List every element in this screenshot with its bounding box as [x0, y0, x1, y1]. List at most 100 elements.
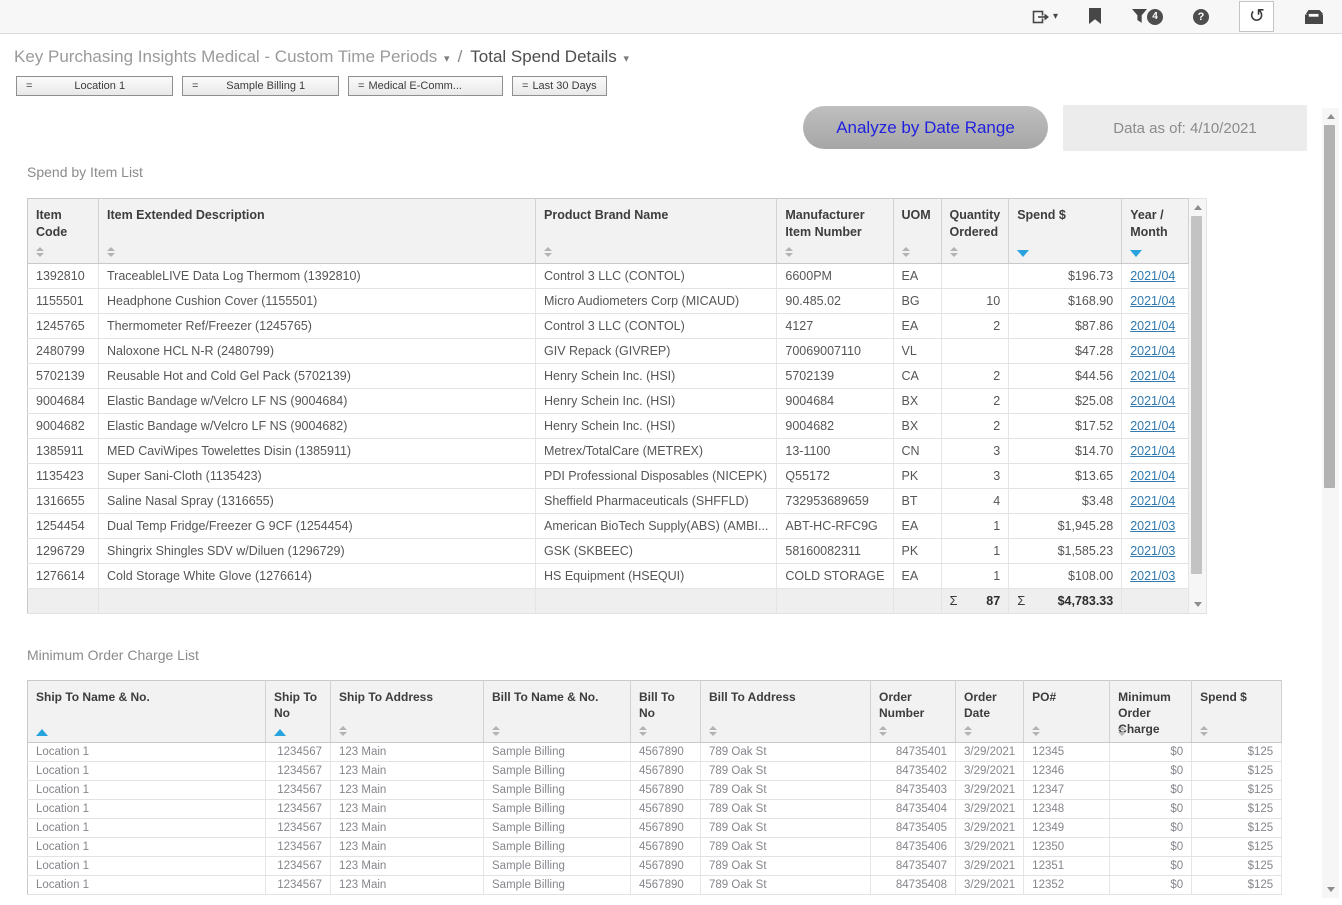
sort-none-icon[interactable] [964, 726, 972, 736]
sort-none-icon[interactable] [1118, 726, 1126, 736]
filter-chip-bar: =Location 1 =Sample Billing 1 =Medical E-C… [16, 76, 1342, 96]
cell-mfr_item: 9004684 [777, 389, 893, 414]
col-header-brand[interactable]: Product Brand Name [536, 199, 777, 264]
year_month-link[interactable]: 2021/04 [1130, 419, 1175, 433]
sort-desc-icon[interactable] [1130, 250, 1142, 257]
scroll-down-icon[interactable] [1189, 597, 1206, 612]
spend-table-scrollbar[interactable] [1189, 198, 1207, 614]
cell-min_order_charge: $0 [1110, 799, 1192, 818]
cell-spend: $47.28 [1009, 339, 1122, 364]
cell-ship_to_address: 123 Main [331, 742, 484, 761]
year_month-link[interactable]: 2021/04 [1130, 344, 1175, 358]
col-header-min_order_charge[interactable]: Minimum Order Charge [1110, 681, 1192, 743]
col-header-item_code[interactable]: Item Code [28, 199, 99, 264]
page-title: Total Spend Details [470, 47, 616, 66]
col-header-po[interactable]: PO# [1024, 681, 1110, 743]
sort-none-icon[interactable] [639, 726, 647, 736]
col-header-bill_to_name[interactable]: Bill To Name & No. [484, 681, 631, 743]
filter-chip-1[interactable]: =Location 1 [16, 76, 173, 96]
cell-ship_to_no: 1234567 [266, 818, 331, 837]
year_month-link[interactable]: 2021/03 [1130, 569, 1175, 583]
sort-none-icon[interactable] [36, 247, 44, 257]
col-header-mfr_item[interactable]: Manufacturer Item Number [777, 199, 893, 264]
col-header-spend[interactable]: Spend $ [1009, 199, 1122, 264]
bookmark-button[interactable] [1088, 8, 1102, 25]
year_month-link[interactable]: 2021/04 [1130, 319, 1175, 333]
cell-description: Elastic Bandage w/Velcro LF NS (9004682) [99, 414, 536, 439]
col-header-description[interactable]: Item Extended Description [99, 199, 536, 264]
sort-none-icon[interactable] [902, 247, 910, 257]
col-header-year_month[interactable]: Year / Month [1122, 199, 1189, 264]
sort-none-icon[interactable] [339, 726, 347, 736]
filter-button[interactable]: 4 [1132, 9, 1163, 25]
scroll-up-icon[interactable] [1322, 109, 1339, 124]
sort-none-icon[interactable] [950, 247, 958, 257]
col-header-spend[interactable]: Spend $ [1192, 681, 1282, 743]
report-selector[interactable]: Key Purchasing Insights Medical - Custom… [14, 47, 450, 67]
col-header-bill_to_no[interactable]: Bill To No [631, 681, 701, 743]
cell-bill_to_name: Sample Billing [484, 875, 631, 894]
sort-asc-icon[interactable] [36, 729, 48, 736]
col-header-ship_to_no[interactable]: Ship To No [266, 681, 331, 743]
year_month-link[interactable]: 2021/03 [1130, 544, 1175, 558]
cell-year_month: 2021/04 [1122, 314, 1189, 339]
col-header-uom[interactable]: UOM [893, 199, 941, 264]
col-header-order_number[interactable]: Order Number [871, 681, 956, 743]
cell-mfr_item: 13-1100 [777, 439, 893, 464]
cell-bill_to_name: Sample Billing [484, 742, 631, 761]
year_month-link[interactable]: 2021/04 [1130, 494, 1175, 508]
cell-description: Super Sani-Cloth (1135423) [99, 464, 536, 489]
cell-qty: 2 [941, 364, 1009, 389]
basket-button[interactable] [1304, 9, 1324, 25]
sort-desc-icon[interactable] [1017, 250, 1029, 257]
col-header-ship_to_address[interactable]: Ship To Address [331, 681, 484, 743]
col-header-ship_to_name[interactable]: Ship To Name & No. [28, 681, 266, 743]
export-button[interactable]: ▾ [1032, 9, 1058, 25]
analyze-by-date-range-button[interactable]: Analyze by Date Range [803, 106, 1048, 149]
scroll-up-icon[interactable] [1189, 200, 1206, 215]
cell-brand: PDI Professional Disposables (NICEPK) [536, 464, 777, 489]
page-selector[interactable]: Total Spend Details ▾ [470, 47, 629, 67]
scrollbar-thumb[interactable] [1324, 125, 1335, 488]
cell-ship_to_name: Location 1 [28, 761, 266, 780]
sort-none-icon[interactable] [785, 247, 793, 257]
refresh-button[interactable]: ↻ [1239, 1, 1274, 32]
sort-none-icon[interactable] [1200, 726, 1208, 736]
table-row: Location 11234567123 MainSample Billing4… [28, 818, 1282, 837]
table-row: 1245765Thermometer Ref/Freezer (1245765)… [28, 314, 1189, 339]
cell-spend: $13.65 [1009, 464, 1122, 489]
filter-operator: = [358, 80, 364, 92]
sort-none-icon[interactable] [492, 726, 500, 736]
year_month-link[interactable]: 2021/04 [1130, 469, 1175, 483]
filter-chip-2[interactable]: =Sample Billing 1 [182, 76, 339, 96]
sort-none-icon[interactable] [544, 247, 552, 257]
cell-uom: BG [893, 289, 941, 314]
scrollbar-thumb[interactable] [1191, 216, 1202, 574]
cell-bill_to_address: 789 Oak St [701, 780, 871, 799]
col-header-label: Bill To Name & No. [492, 689, 622, 705]
year_month-link[interactable]: 2021/04 [1130, 394, 1175, 408]
col-header-order_date[interactable]: Order Date [956, 681, 1024, 743]
year_month-link[interactable]: 2021/04 [1130, 369, 1175, 383]
year_month-link[interactable]: 2021/04 [1130, 294, 1175, 308]
cell-mfr_item: 732953689659 [777, 489, 893, 514]
col-header-bill_to_address[interactable]: Bill To Address [701, 681, 871, 743]
filter-chip-4[interactable]: =Last 30 Days [512, 76, 607, 96]
year_month-link[interactable]: 2021/04 [1130, 444, 1175, 458]
page-scrollbar[interactable] [1322, 108, 1339, 898]
scroll-down-icon[interactable] [1322, 882, 1339, 897]
year_month-link[interactable]: 2021/04 [1130, 269, 1175, 283]
sort-none-icon[interactable] [1032, 726, 1040, 736]
col-header-qty[interactable]: Quantity Ordered [941, 199, 1009, 264]
help-button[interactable]: ? [1193, 9, 1209, 25]
filter-chip-3[interactable]: =Medical E-Comm... [348, 76, 503, 96]
sort-none-icon[interactable] [879, 726, 887, 736]
cell-spend: $3.48 [1009, 489, 1122, 514]
table-row: 9004684Elastic Bandage w/Velcro LF NS (9… [28, 389, 1189, 414]
col-header-label: Bill To No [639, 689, 692, 721]
year_month-link[interactable]: 2021/03 [1130, 519, 1175, 533]
sort-none-icon[interactable] [709, 726, 717, 736]
sort-none-icon[interactable] [107, 247, 115, 257]
sort-asc-icon[interactable] [274, 729, 286, 736]
cell-description: TraceableLIVE Data Log Thermom (1392810) [99, 264, 536, 289]
